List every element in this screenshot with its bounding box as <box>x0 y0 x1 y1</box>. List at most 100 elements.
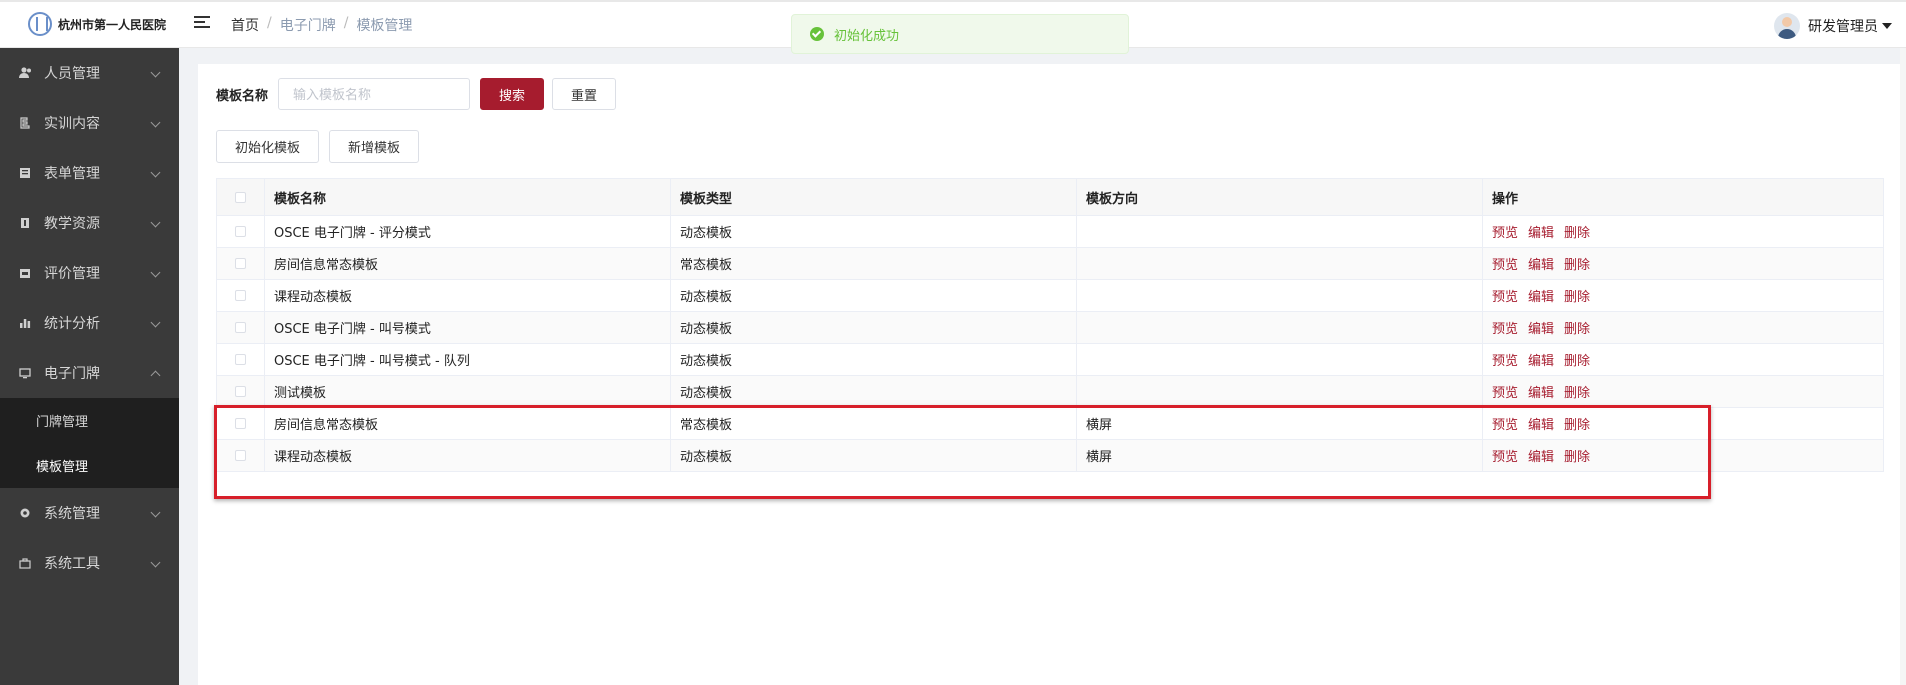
chevron-down-icon <box>150 557 161 568</box>
cell-actions: 预览 编辑 删除 <box>1482 375 1884 408</box>
sidebar-item-statistics[interactable]: 统计分析 <box>0 298 179 348</box>
init-template-button[interactable]: 初始化模板 <box>216 130 320 163</box>
chevron-down-icon <box>150 117 161 128</box>
delete-link[interactable]: 删除 <box>1564 226 1590 241</box>
edit-link[interactable]: 编辑 <box>1528 290 1554 305</box>
sidebar: 人员管理 实训内容 表单管理 教学资源 评价管理 统计分析 电子门牌 门牌管理 … <box>0 48 179 685</box>
sidebar-item-training[interactable]: 实训内容 <box>0 98 179 148</box>
preview-link[interactable]: 预览 <box>1492 322 1518 337</box>
edit-link[interactable]: 编辑 <box>1528 354 1554 369</box>
delete-link[interactable]: 删除 <box>1564 354 1590 369</box>
toolbox-icon <box>18 557 32 569</box>
cell-template-direction <box>1076 215 1483 248</box>
header-template-type: 模板类型 <box>670 178 1077 216</box>
cell-template-name: OSCE 电子门牌 - 叫号模式 <box>264 311 671 344</box>
delete-link[interactable]: 删除 <box>1564 386 1590 401</box>
gear-icon <box>18 507 32 519</box>
caret-down-icon[interactable] <box>1882 23 1892 29</box>
cell-template-type: 动态模板 <box>670 439 1077 472</box>
add-template-button[interactable]: 新增模板 <box>329 130 420 163</box>
bar-chart-icon <box>18 317 32 329</box>
cell-actions: 预览 编辑 删除 <box>1482 407 1884 440</box>
cell-template-type: 常态模板 <box>670 247 1077 280</box>
table-row: 房间信息常态模板 常态模板 横屏 预览 编辑 删除 <box>216 407 1884 440</box>
chevron-down-icon <box>150 167 161 178</box>
menu-toggle-icon[interactable] <box>194 16 210 32</box>
sidebar-item-label: 统计分析 <box>44 316 100 332</box>
row-select-cell <box>216 439 265 472</box>
preview-link[interactable]: 预览 <box>1492 450 1518 465</box>
edit-link[interactable]: 编辑 <box>1528 386 1554 401</box>
user-menu[interactable]: 研发管理员 <box>1774 13 1892 39</box>
search-form: 模板名称 搜索 重置 <box>216 78 617 110</box>
cell-template-name: OSCE 电子门牌 - 评分模式 <box>264 215 671 248</box>
edit-link[interactable]: 编辑 <box>1528 226 1554 241</box>
door-sign-submenu: 门牌管理 模板管理 <box>0 398 179 488</box>
search-button[interactable]: 搜索 <box>480 78 545 110</box>
template-table: 模板名称 模板类型 模板方向 操作 OSCE 电子门牌 - 评分模式 动态模板 预览… <box>216 178 1884 472</box>
edit-link[interactable]: 编辑 <box>1528 450 1554 465</box>
evaluation-icon <box>18 267 32 279</box>
row-checkbox[interactable] <box>235 418 246 429</box>
sidebar-item-system[interactable]: 系统管理 <box>0 488 179 538</box>
avatar[interactable] <box>1774 13 1800 39</box>
preview-link[interactable]: 预览 <box>1492 354 1518 369</box>
row-checkbox[interactable] <box>235 226 246 237</box>
edit-link[interactable]: 编辑 <box>1528 322 1554 337</box>
template-name-input[interactable] <box>278 78 471 110</box>
cell-template-direction: 横屏 <box>1076 407 1483 440</box>
header-actions: 操作 <box>1482 178 1884 216</box>
sidebar-item-door-sign[interactable]: 电子门牌 <box>0 348 179 398</box>
chevron-up-icon <box>150 370 161 381</box>
user-name[interactable]: 研发管理员 <box>1808 16 1878 36</box>
row-checkbox[interactable] <box>235 450 246 461</box>
delete-link[interactable]: 删除 <box>1564 290 1590 305</box>
cell-template-direction <box>1076 311 1483 344</box>
page-scrollbar[interactable] <box>1900 48 1906 685</box>
row-checkbox[interactable] <box>235 258 246 269</box>
row-select-cell <box>216 311 265 344</box>
preview-link[interactable]: 预览 <box>1492 418 1518 433</box>
sidebar-item-personnel[interactable]: 人员管理 <box>0 48 179 98</box>
breadcrumb-section: 电子门牌 <box>279 18 336 34</box>
cell-template-direction <box>1076 247 1483 280</box>
row-checkbox[interactable] <box>235 354 246 365</box>
form-icon <box>18 167 32 179</box>
breadcrumb-separator: / <box>343 15 349 31</box>
cell-actions: 预览 编辑 删除 <box>1482 247 1884 280</box>
cell-actions: 预览 编辑 删除 <box>1482 279 1884 312</box>
delete-link[interactable]: 删除 <box>1564 258 1590 273</box>
delete-link[interactable]: 删除 <box>1564 322 1590 337</box>
preview-link[interactable]: 预览 <box>1492 258 1518 273</box>
sidebar-item-label: 表单管理 <box>44 166 100 182</box>
row-checkbox[interactable] <box>235 290 246 301</box>
select-all-checkbox[interactable] <box>235 191 246 203</box>
sidebar-item-evaluation[interactable]: 评价管理 <box>0 248 179 298</box>
sidebar-subitem-door-management[interactable]: 门牌管理 <box>0 398 179 443</box>
delete-link[interactable]: 删除 <box>1564 418 1590 433</box>
preview-link[interactable]: 预览 <box>1492 290 1518 305</box>
cell-template-name: 课程动态模板 <box>264 439 671 472</box>
row-checkbox[interactable] <box>235 322 246 333</box>
preview-link[interactable]: 预览 <box>1492 226 1518 241</box>
row-select-cell <box>216 407 265 440</box>
row-select-cell <box>216 215 265 248</box>
breadcrumb-home[interactable]: 首页 <box>231 15 259 35</box>
cell-template-direction: 横屏 <box>1076 439 1483 472</box>
sidebar-item-resources[interactable]: 教学资源 <box>0 198 179 248</box>
edit-link[interactable]: 编辑 <box>1528 258 1554 273</box>
breadcrumb-current: 模板管理 <box>356 18 413 34</box>
preview-link[interactable]: 预览 <box>1492 386 1518 401</box>
sidebar-item-forms[interactable]: 表单管理 <box>0 148 179 198</box>
edit-link[interactable]: 编辑 <box>1528 418 1554 433</box>
chevron-down-icon <box>150 217 161 228</box>
sidebar-subitem-template-management[interactable]: 模板管理 <box>0 443 179 488</box>
row-select-cell <box>216 375 265 408</box>
delete-link[interactable]: 删除 <box>1564 450 1590 465</box>
table-row: 课程动态模板 动态模板 横屏 预览 编辑 删除 <box>216 439 1884 472</box>
sidebar-item-tools[interactable]: 系统工具 <box>0 538 179 588</box>
reset-button[interactable]: 重置 <box>552 78 617 110</box>
sidebar-item-label: 系统管理 <box>44 506 100 522</box>
cell-template-name: 测试模板 <box>264 375 671 408</box>
row-checkbox[interactable] <box>235 386 246 397</box>
